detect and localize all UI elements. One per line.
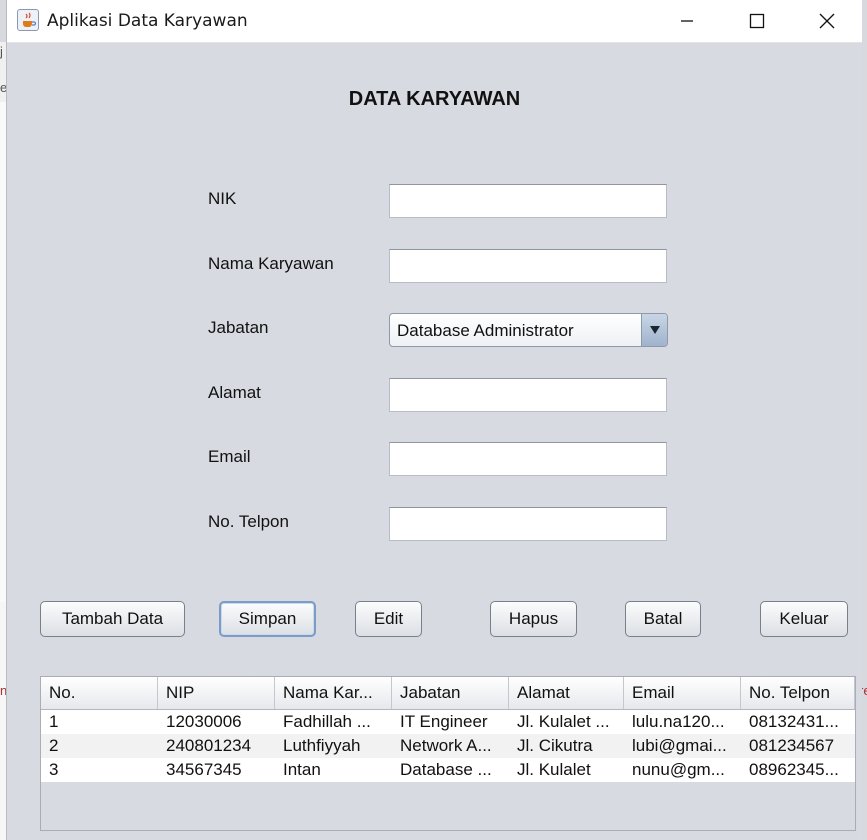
no-telpon-label: No. Telpon	[208, 512, 289, 531]
table-cell: 08962345...	[749, 760, 839, 779]
alamat-label: Alamat	[208, 383, 261, 402]
table-row[interactable]: 2 240801234 Luthfiyyah Network A... Jl. …	[41, 734, 855, 758]
column-header-telpon[interactable]: No. Telpon	[741, 677, 855, 709]
close-icon	[819, 13, 835, 29]
jabatan-selected-value: Database Administrator	[397, 321, 574, 340]
maximize-icon	[749, 13, 765, 29]
table-cell: lulu.na120...	[632, 712, 725, 731]
email-label: Email	[208, 447, 251, 466]
table-cell: lubi@gmai...	[632, 736, 727, 755]
window-title: Aplikasi Data Karyawan	[47, 11, 248, 31]
title-bar[interactable]: Aplikasi Data Karyawan	[7, 0, 862, 43]
table-cell: Database ...	[400, 760, 492, 779]
table-cell: 3	[49, 760, 59, 779]
maximize-button[interactable]	[722, 0, 792, 42]
batal-button[interactable]: Batal	[625, 601, 701, 637]
nama-karyawan-field[interactable]	[389, 249, 667, 283]
alamat-field[interactable]	[389, 378, 667, 412]
nik-label: NIK	[208, 189, 237, 208]
table-header: No. NIP Nama Kar... Jabatan Alamat Email…	[41, 677, 855, 710]
table-cell: 08132431...	[749, 712, 839, 731]
background-text: j	[0, 44, 3, 59]
keluar-button[interactable]: Keluar	[760, 601, 848, 637]
table-cell: IT Engineer	[400, 712, 488, 731]
table-cell: Jl. Kulalet ...	[517, 712, 610, 731]
table-row[interactable]: 3 34567345 Intan Database ... Jl. Kulale…	[41, 758, 855, 782]
table-cell: 2	[49, 736, 59, 755]
column-header-no[interactable]: No.	[41, 677, 158, 709]
dropdown-arrow-button[interactable]	[641, 314, 667, 346]
page-title: DATA KARYAWAN	[348, 88, 521, 110]
column-header-jabatan[interactable]: Jabatan	[392, 677, 509, 709]
minimize-button[interactable]	[652, 0, 722, 42]
jabatan-label: Jabatan	[208, 318, 269, 337]
edit-button[interactable]: Edit	[355, 601, 422, 637]
table-cell: Fadhillah ...	[283, 712, 371, 731]
app-window: Aplikasi Data Karyawan DATA KARYAWAN NIK…	[6, 0, 862, 840]
no-telpon-field[interactable]	[389, 507, 667, 541]
table-cell: 1	[49, 712, 59, 731]
nama-karyawan-label: Nama Karyawan	[208, 254, 334, 273]
minimize-icon	[681, 20, 693, 22]
jabatan-dropdown[interactable]: Database Administrator	[389, 313, 668, 347]
table-cell: 12030006	[166, 712, 242, 731]
column-header-alamat[interactable]: Alamat	[509, 677, 624, 709]
table-cell: Jl. Cikutra	[517, 736, 593, 755]
table-cell: 240801234	[166, 736, 252, 755]
table-cell: nunu@gm...	[632, 760, 725, 779]
table-cell: Luthfiyyah	[283, 736, 361, 755]
column-header-nama[interactable]: Nama Kar...	[275, 677, 392, 709]
nik-field[interactable]	[389, 184, 667, 218]
column-header-nip[interactable]: NIP	[158, 677, 275, 709]
java-cup-icon	[17, 9, 39, 31]
tambah-data-button[interactable]: Tambah Data	[40, 601, 185, 637]
hapus-button[interactable]: Hapus	[490, 601, 577, 637]
table-body: 1 12030006 Fadhillah ... IT Engineer Jl.…	[41, 710, 855, 782]
table-cell: Jl. Kulalet	[517, 760, 591, 779]
table-row[interactable]: 1 12030006 Fadhillah ... IT Engineer Jl.…	[41, 710, 855, 734]
column-header-email[interactable]: Email	[624, 677, 741, 709]
simpan-button[interactable]: Simpan	[219, 601, 316, 637]
table-cell: Intan	[283, 760, 321, 779]
table-cell: 34567345	[166, 760, 242, 779]
email-field[interactable]	[389, 442, 667, 476]
table-cell: 081234567	[749, 736, 835, 755]
triangle-down-icon	[649, 326, 660, 334]
table-cell: Network A...	[400, 736, 492, 755]
karyawan-table[interactable]: No. NIP Nama Kar... Jabatan Alamat Email…	[40, 676, 856, 831]
close-button[interactable]	[792, 0, 862, 42]
